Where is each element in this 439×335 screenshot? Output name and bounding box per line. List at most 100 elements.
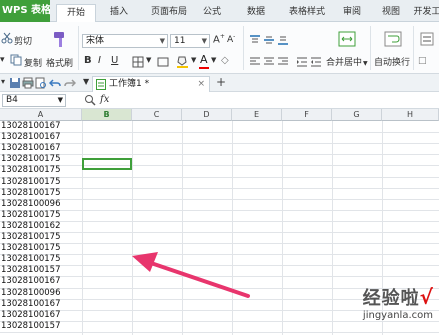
- chevron-down-icon[interactable]: ▼: [83, 77, 89, 86]
- cell-a-value[interactable]: 13028100175: [0, 165, 82, 176]
- column-header-a[interactable]: A: [0, 109, 82, 121]
- print-preview-icon[interactable]: [35, 77, 47, 89]
- number-format-icon[interactable]: [420, 32, 434, 46]
- formula-input[interactable]: [116, 94, 436, 107]
- cell-a-value[interactable]: 13028100167: [0, 276, 82, 287]
- document-title: 工作簿1 *: [109, 79, 150, 89]
- insert-function-button[interactable]: fx: [100, 94, 109, 105]
- cell-a-value[interactable]: 13028100175: [0, 243, 82, 254]
- tab-data[interactable]: 数据: [240, 4, 272, 22]
- close-icon[interactable]: ×: [197, 77, 205, 91]
- chevron-down-icon[interactable]: ▼: [146, 56, 151, 64]
- chevron-down-icon[interactable]: ▼: [211, 56, 216, 64]
- border-icon[interactable]: [132, 56, 144, 68]
- title-bar: WPS 表格▼ 开始 插入 页面布局 公式 数据 表格样式 审阅 视图 开发工: [0, 0, 439, 23]
- cell-a-value[interactable]: 13028100175: [0, 188, 82, 199]
- merge-cells-icon[interactable]: [157, 56, 169, 68]
- merge-center-button[interactable]: 合并居中▼: [326, 55, 368, 68]
- cell-a-value[interactable]: 13028100167: [0, 121, 82, 132]
- font-name-select[interactable]: 宋体 ▼: [82, 34, 168, 48]
- column-header-f[interactable]: F: [282, 109, 332, 121]
- chevron-down-icon[interactable]: ▼: [191, 56, 196, 64]
- cell-a-value[interactable]: 13028100157: [0, 321, 82, 332]
- outdent-icon[interactable]: [310, 56, 322, 68]
- undo-icon[interactable]: [49, 77, 61, 89]
- column-header-b[interactable]: B: [82, 109, 132, 121]
- merge-center-icon: [338, 31, 356, 47]
- document-tab[interactable]: 工作簿1 * ×: [92, 76, 210, 92]
- cell-a-value[interactable]: 13028100175: [0, 232, 82, 243]
- watermark: 经验啦√ jingyanla.com: [313, 284, 433, 321]
- italic-button[interactable]: I: [98, 55, 101, 66]
- save-icon[interactable]: [9, 77, 21, 89]
- column-header-h[interactable]: H: [382, 109, 439, 121]
- cell-a-value[interactable]: 13028100096: [0, 199, 82, 210]
- align-center-icon[interactable]: [263, 56, 275, 68]
- ribbon-separator: [413, 26, 414, 70]
- paste-caret[interactable]: ▾: [0, 55, 5, 65]
- column-header-d[interactable]: D: [182, 109, 232, 121]
- font-color-swatch: [199, 67, 209, 69]
- tab-insert[interactable]: 插入: [100, 4, 138, 22]
- align-right-icon[interactable]: [277, 56, 289, 68]
- cell-a-value[interactable]: 13028100157: [0, 265, 82, 276]
- align-left-icon[interactable]: [249, 56, 261, 68]
- tab-page-layout[interactable]: 页面布局: [140, 4, 198, 22]
- number-format-button[interactable]: □: [418, 56, 427, 66]
- indent-icon[interactable]: [296, 56, 308, 68]
- new-tab-icon[interactable]: +: [216, 75, 226, 89]
- print-icon[interactable]: [22, 77, 34, 89]
- quick-access-bar: ▾ ▼ 工作簿1 * × +: [0, 74, 439, 92]
- redo-icon[interactable]: [64, 77, 76, 89]
- zoom-icon[interactable]: [84, 94, 96, 106]
- column-header-c[interactable]: C: [132, 109, 182, 121]
- name-box-value: B4: [6, 95, 18, 105]
- gridline: [182, 121, 183, 335]
- font-size-select[interactable]: 11 ▼: [170, 34, 210, 48]
- checkmark-icon: √: [419, 285, 433, 309]
- cell-a-value[interactable]: 13028100167: [0, 143, 82, 154]
- app-name: WPS 表格: [2, 5, 50, 16]
- align-middle-icon[interactable]: [263, 34, 275, 46]
- ribbon-separator: [243, 26, 244, 70]
- copy-button[interactable]: 复制: [24, 56, 42, 69]
- wrap-text-button[interactable]: 自动换行: [374, 55, 410, 68]
- decrease-font-icon[interactable]: A-: [227, 33, 235, 45]
- align-top-icon[interactable]: [249, 34, 261, 46]
- increase-font-icon[interactable]: A+: [213, 33, 225, 45]
- formula-bar: B4 ▼ fx: [0, 92, 439, 109]
- dropdown-caret[interactable]: ▾: [1, 77, 5, 86]
- cell-a-value[interactable]: 13028100175: [0, 154, 82, 165]
- selected-cell-b4[interactable]: [82, 158, 132, 170]
- gridline: [232, 121, 233, 335]
- cell-a-value[interactable]: 13028100167: [0, 299, 82, 310]
- gridline: [82, 121, 83, 335]
- clear-format-icon[interactable]: ◇: [221, 55, 229, 66]
- fill-color-icon[interactable]: [176, 55, 189, 68]
- chevron-down-icon: ▼: [363, 60, 368, 67]
- cell-a-value[interactable]: 13028100167: [0, 310, 82, 321]
- tab-home[interactable]: 开始: [56, 4, 96, 23]
- cell-a-value[interactable]: 13028100175: [0, 254, 82, 265]
- format-painter-button[interactable]: 格式刷: [46, 56, 73, 69]
- cell-a-value[interactable]: 13028100167: [0, 132, 82, 143]
- tab-table-style[interactable]: 表格样式: [280, 4, 334, 22]
- underline-button[interactable]: U: [111, 55, 118, 66]
- font-color-button[interactable]: A: [200, 53, 208, 66]
- spreadsheet-file-icon: [96, 79, 106, 90]
- cell-a-value[interactable]: 13028100096: [0, 288, 82, 299]
- bold-button[interactable]: B: [84, 55, 92, 66]
- tab-developer[interactable]: 开发工: [410, 4, 439, 22]
- tab-review[interactable]: 审阅: [336, 4, 368, 22]
- cell-a-value[interactable]: 13028100175: [0, 177, 82, 188]
- column-header-e[interactable]: E: [232, 109, 282, 121]
- tab-formulas[interactable]: 公式: [196, 4, 228, 22]
- cell-a-value[interactable]: 13028100162: [0, 221, 82, 232]
- app-menu-button[interactable]: WPS 表格▼: [0, 0, 50, 22]
- tab-view[interactable]: 视图: [375, 4, 407, 22]
- cut-button[interactable]: 剪切: [14, 34, 32, 47]
- name-box[interactable]: B4 ▼: [2, 94, 66, 107]
- cell-a-value[interactable]: 13028100175: [0, 210, 82, 221]
- column-header-g[interactable]: G: [332, 109, 382, 121]
- align-bottom-icon[interactable]: [277, 34, 289, 46]
